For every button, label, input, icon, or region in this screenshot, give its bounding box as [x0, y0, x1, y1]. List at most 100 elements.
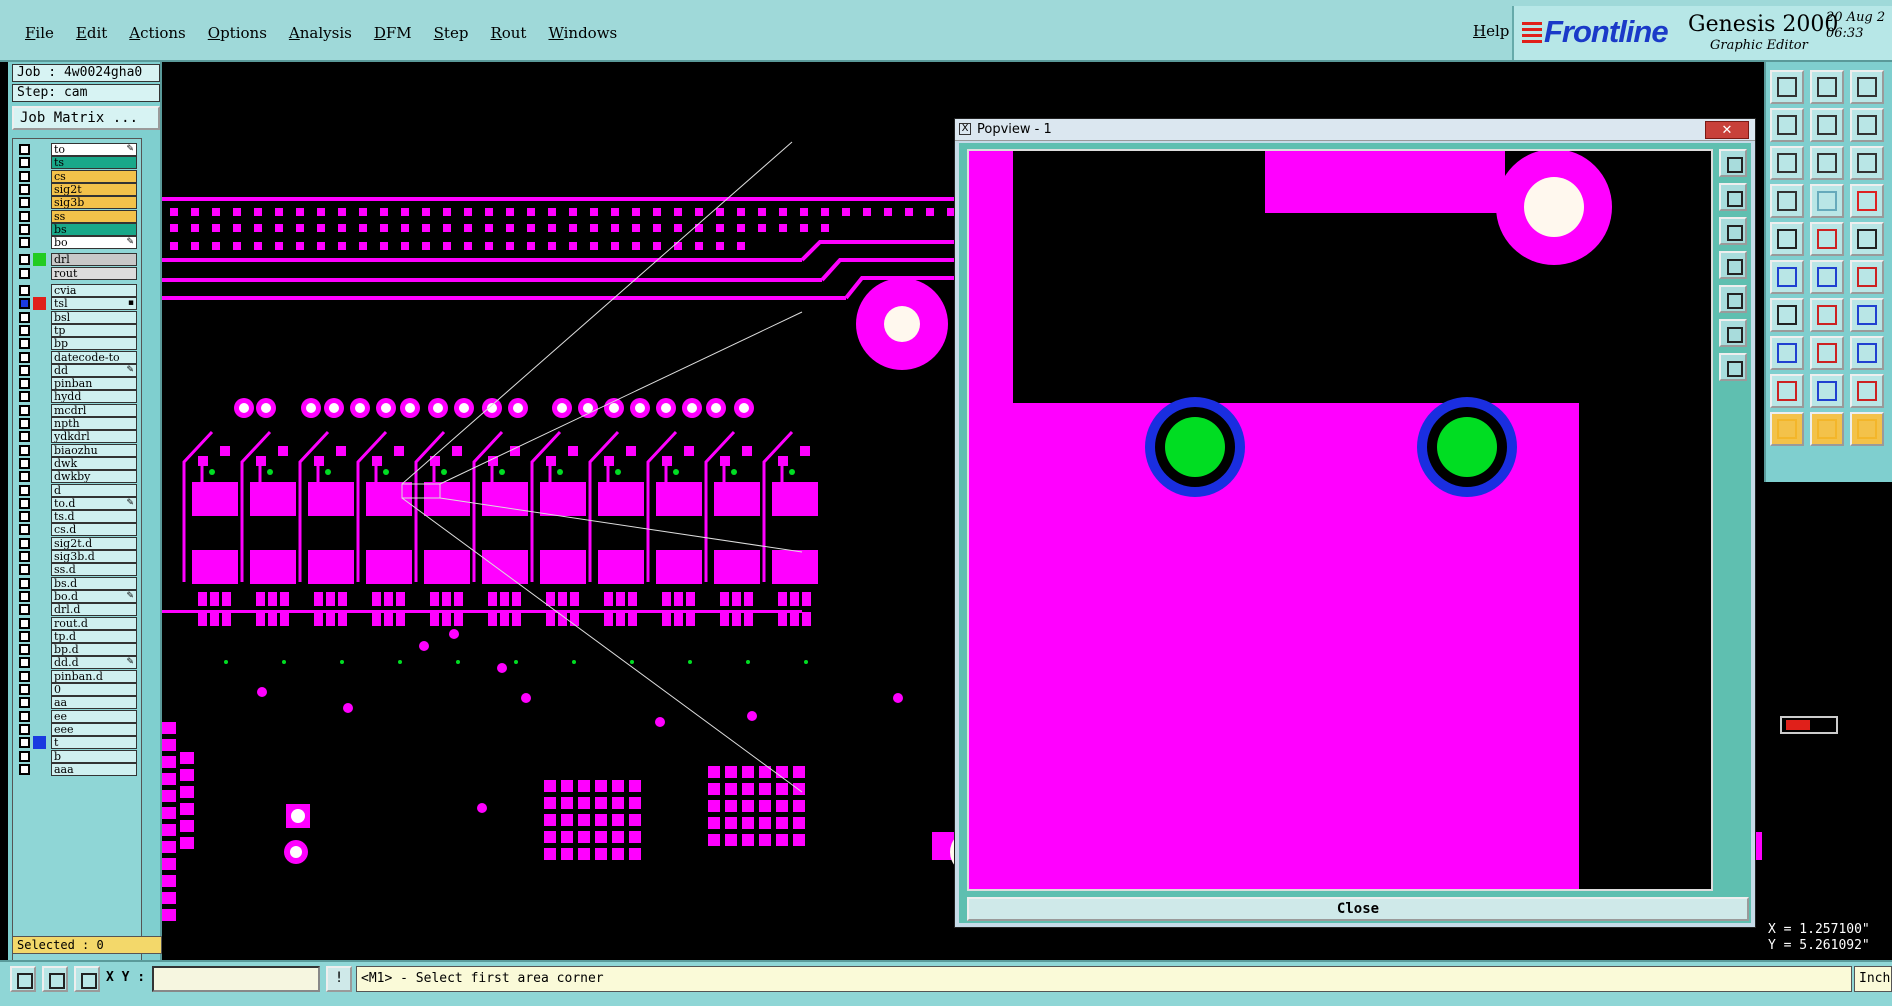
snap-icon[interactable] [1770, 184, 1804, 218]
layer-row[interactable]: eee [13, 722, 141, 736]
layer-checkbox[interactable] [19, 418, 30, 429]
layer-row[interactable]: sig3b.d [13, 550, 141, 563]
layer-name[interactable]: pinban [51, 377, 137, 391]
layer-checkbox[interactable] [19, 170, 30, 182]
layer-checkbox[interactable] [19, 723, 30, 735]
layer-name[interactable]: drl.d [51, 603, 137, 617]
text-a-icon[interactable] [1770, 374, 1804, 408]
layer-row[interactable]: dwkby [13, 470, 141, 484]
arrow-edit-icon[interactable] [1850, 412, 1884, 446]
layer-checkbox[interactable] [19, 763, 30, 775]
zoom-up-icon[interactable] [1770, 70, 1804, 104]
grid-icon[interactable] [1810, 184, 1844, 218]
arrow-select-icon[interactable] [1770, 412, 1804, 446]
layer-checkbox[interactable] [19, 285, 30, 296]
dash-icon[interactable] [1810, 336, 1844, 370]
layer-checkbox[interactable] [19, 697, 30, 709]
layer-name[interactable]: ss [51, 209, 137, 223]
layer-checkbox[interactable] [19, 684, 30, 695]
layer-checkbox[interactable] [19, 254, 30, 266]
layer-name[interactable]: cs.d [51, 523, 137, 537]
xy-input[interactable] [152, 966, 320, 992]
layer-checkbox[interactable] [19, 657, 30, 669]
menu-edit[interactable]: Edit [65, 24, 118, 42]
layer-checkbox[interactable] [19, 338, 30, 350]
layer-checkbox[interactable] [19, 210, 30, 222]
layer-checkbox[interactable] [19, 590, 30, 602]
layer-row[interactable]: sig2t [13, 182, 141, 196]
layer-checkbox[interactable] [19, 737, 30, 749]
layer-name[interactable]: tsl ▪ [51, 297, 137, 311]
popview-window[interactable]: X Popview - 1 ✕ Close [954, 118, 1756, 928]
layer-name[interactable]: bs.d [51, 576, 137, 590]
layer-row[interactable]: tp [13, 323, 141, 337]
units-indicator[interactable]: Inch [1854, 966, 1892, 992]
layer-checkbox[interactable] [19, 237, 30, 249]
pan-left-icon[interactable] [1770, 108, 1804, 142]
layer-row[interactable]: bs.d [13, 576, 141, 590]
layer-checkbox[interactable] [19, 564, 30, 576]
layer-name[interactable]: ts [51, 156, 137, 170]
layer-row[interactable]: ee [13, 709, 141, 723]
frame-icon[interactable] [1850, 336, 1884, 370]
layer-name[interactable]: to.d ✎ [51, 496, 137, 510]
layer-name[interactable]: rout [51, 266, 137, 280]
pan-right-icon[interactable] [1810, 108, 1844, 142]
menu-options[interactable]: Options [197, 24, 278, 42]
layer-checkbox[interactable] [19, 298, 30, 310]
xy-go-button[interactable]: ! [326, 966, 352, 992]
layer-name[interactable]: sig3b.d [51, 550, 137, 563]
layer-name[interactable]: sig2t.d [51, 536, 137, 550]
layer-checkbox[interactable] [19, 197, 30, 209]
layer-row[interactable]: cs [13, 169, 141, 183]
layer-name[interactable]: 0 [51, 683, 137, 696]
layer-row[interactable]: t [13, 736, 141, 750]
zoom-center-icon[interactable] [1810, 146, 1844, 180]
layer-checkbox[interactable] [19, 378, 30, 390]
layer-name[interactable]: cvia [51, 284, 137, 297]
layer-checkbox[interactable] [19, 617, 30, 629]
layer-name[interactable]: dwkby [51, 470, 137, 484]
layer-name[interactable]: to ✎ [51, 143, 137, 156]
layer-row[interactable]: ss [13, 209, 141, 223]
layer-row[interactable]: 0 [13, 683, 141, 696]
layer-checkbox[interactable] [19, 750, 30, 762]
layer-checkbox[interactable] [19, 551, 30, 562]
layer-row[interactable]: d [13, 483, 141, 497]
layer-name[interactable]: ydkdrl [51, 430, 137, 444]
layer-checkbox[interactable] [19, 404, 30, 416]
layer-row[interactable]: hydd [13, 390, 141, 404]
layer-checkbox[interactable] [19, 157, 30, 169]
measure-mode-icon[interactable] [42, 966, 68, 992]
layer-checkbox[interactable] [19, 484, 30, 496]
layer-name[interactable]: bo.d ✎ [51, 589, 137, 603]
layer-name[interactable]: bp [51, 337, 137, 351]
layer-row[interactable]: mcdrl [13, 403, 141, 417]
layer-row[interactable]: drl [13, 253, 141, 267]
pop-right-icon[interactable] [1719, 285, 1747, 313]
layer-row[interactable]: pinban [13, 377, 141, 391]
layer-checkbox[interactable] [19, 324, 30, 336]
layer-checkbox[interactable] [19, 144, 30, 155]
layer-name[interactable]: aaa [51, 762, 137, 776]
job-matrix-button[interactable]: Job Matrix ... [12, 106, 160, 130]
menu-file[interactable]: File [14, 24, 65, 42]
layer-name[interactable]: drl [51, 253, 137, 267]
pop-zoom-out-icon[interactable] [1719, 353, 1747, 381]
layer-row[interactable]: bo.d ✎ [13, 589, 141, 603]
layer-name[interactable]: npth [51, 417, 137, 430]
arc-icon[interactable] [1770, 298, 1804, 332]
layer-row[interactable]: dd ✎ [13, 363, 141, 377]
popview-titlebar[interactable]: X Popview - 1 ✕ [955, 119, 1755, 141]
layer-checkbox[interactable] [19, 511, 30, 523]
dimension-icon[interactable] [1850, 298, 1884, 332]
layer-checkbox[interactable] [19, 311, 30, 323]
layer-name[interactable]: hydd [51, 390, 137, 404]
layer-checkbox[interactable] [19, 391, 30, 403]
layer-checkbox[interactable] [19, 431, 30, 443]
layer-checkbox[interactable] [19, 537, 30, 549]
layer-name[interactable]: bs [51, 222, 137, 236]
layer-name[interactable]: d [51, 483, 137, 497]
layer-row[interactable]: ts.d [13, 510, 141, 524]
zoom-down-icon[interactable] [1810, 70, 1844, 104]
